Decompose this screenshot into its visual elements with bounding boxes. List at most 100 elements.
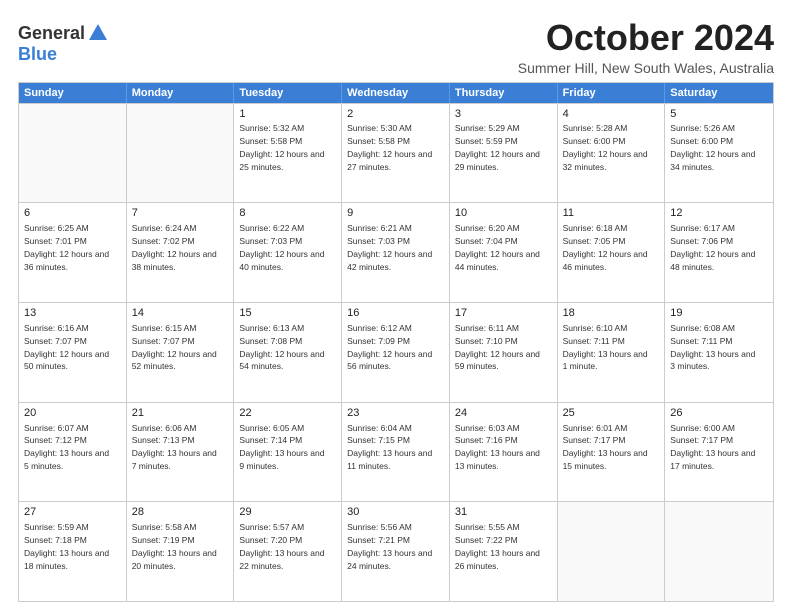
cell-details: Sunrise: 5:28 AMSunset: 6:00 PMDaylight:…: [563, 123, 648, 172]
title-block: October 2024 Summer Hill, New South Wale…: [518, 18, 774, 76]
cal-row-3: 13 Sunrise: 6:16 AMSunset: 7:07 PMDayligh…: [19, 302, 773, 402]
cell-details: Sunrise: 6:21 AMSunset: 7:03 PMDaylight:…: [347, 223, 432, 272]
logo-icon: [87, 22, 109, 44]
cell-details: Sunrise: 6:07 AMSunset: 7:12 PMDaylight:…: [24, 423, 109, 472]
cell-details: Sunrise: 6:11 AMSunset: 7:10 PMDaylight:…: [455, 323, 540, 372]
cal-cell: 28Sunrise: 5:58 AMSunset: 7:19 PMDayligh…: [127, 502, 235, 601]
cell-details: Sunrise: 6:20 AMSunset: 7:04 PMDaylight:…: [455, 223, 540, 272]
cal-cell: 13 Sunrise: 6:16 AMSunset: 7:07 PMDayligh…: [19, 303, 127, 402]
day-number: 16: [347, 306, 444, 321]
cal-cell: 31 Sunrise: 5:55 AMSunset: 7:22 PMDayligh…: [450, 502, 558, 601]
cell-details: Sunrise: 5:29 AMSunset: 5:59 PMDaylight:…: [455, 123, 540, 172]
cell-details: Sunrise: 6:03 AMSunset: 7:16 PMDaylight:…: [455, 423, 540, 472]
cell-details: Sunrise: 6:13 AMSunset: 7:08 PMDaylight:…: [239, 323, 324, 372]
cell-details: Sunrise: 6:12 AMSunset: 7:09 PMDaylight:…: [347, 323, 432, 372]
cal-cell: 2Sunrise: 5:30 AMSunset: 5:58 PMDaylight…: [342, 104, 450, 203]
day-number: 10: [455, 206, 552, 221]
day-number: 12: [670, 206, 768, 221]
cal-cell: 29Sunrise: 5:57 AMSunset: 7:20 PMDayligh…: [234, 502, 342, 601]
header-day-sunday: Sunday: [19, 83, 127, 103]
day-number: 25: [563, 406, 660, 421]
day-number: 18: [563, 306, 660, 321]
cal-cell: 25 Sunrise: 6:01 AMSunset: 7:17 PMDayligh…: [558, 403, 666, 502]
cal-cell: 23 Sunrise: 6:04 AMSunset: 7:15 PMDayligh…: [342, 403, 450, 502]
cal-cell: 3Sunrise: 5:29 AMSunset: 5:59 PMDaylight…: [450, 104, 558, 203]
cell-details: Sunrise: 6:16 AMSunset: 7:07 PMDaylight:…: [24, 323, 109, 372]
cell-details: Sunrise: 5:55 AMSunset: 7:22 PMDaylight:…: [455, 522, 540, 571]
cal-row-4: 20Sunrise: 6:07 AMSunset: 7:12 PMDayligh…: [19, 402, 773, 502]
cal-cell: 14 Sunrise: 6:15 AMSunset: 7:07 PMDayligh…: [127, 303, 235, 402]
day-number: 21: [132, 406, 229, 421]
cal-cell: 8 Sunrise: 6:22 AMSunset: 7:03 PMDaylight…: [234, 203, 342, 302]
cal-cell: 18 Sunrise: 6:10 AMSunset: 7:11 PMDayligh…: [558, 303, 666, 402]
day-number: 26: [670, 406, 768, 421]
cell-details: Sunrise: 6:00 AMSunset: 7:17 PMDaylight:…: [670, 423, 755, 472]
cal-cell: 5Sunrise: 5:26 AMSunset: 6:00 PMDaylight…: [665, 104, 773, 203]
cal-cell: 27Sunrise: 5:59 AMSunset: 7:18 PMDayligh…: [19, 502, 127, 601]
logo-general: General: [18, 23, 85, 44]
day-number: 27: [24, 505, 121, 520]
cal-cell: 24 Sunrise: 6:03 AMSunset: 7:16 PMDayligh…: [450, 403, 558, 502]
cell-details: Sunrise: 6:06 AMSunset: 7:13 PMDaylight:…: [132, 423, 217, 472]
cell-details: Sunrise: 6:08 AMSunset: 7:11 PMDaylight:…: [670, 323, 755, 372]
page: General Blue October 2024 Summer Hill, N…: [0, 0, 792, 612]
cal-cell: 4Sunrise: 5:28 AMSunset: 6:00 PMDaylight…: [558, 104, 666, 203]
day-number: 11: [563, 206, 660, 221]
calendar: SundayMondayTuesdayWednesdayThursdayFrid…: [18, 82, 774, 602]
cal-cell: 12Sunrise: 6:17 AMSunset: 7:06 PMDayligh…: [665, 203, 773, 302]
cell-details: Sunrise: 6:24 AMSunset: 7:02 PMDaylight:…: [132, 223, 217, 272]
cal-row-1: 1Sunrise: 5:32 AMSunset: 5:58 PMDaylight…: [19, 103, 773, 203]
day-number: 2: [347, 107, 444, 122]
cal-cell: 26 Sunrise: 6:00 AMSunset: 7:17 PMDayligh…: [665, 403, 773, 502]
day-number: 30: [347, 505, 444, 520]
day-number: 5: [670, 107, 768, 122]
cell-details: Sunrise: 5:57 AMSunset: 7:20 PMDaylight:…: [239, 522, 324, 571]
cal-cell: 17 Sunrise: 6:11 AMSunset: 7:10 PMDayligh…: [450, 303, 558, 402]
header-day-monday: Monday: [127, 83, 235, 103]
cal-cell: 15Sunrise: 6:13 AMSunset: 7:08 PMDayligh…: [234, 303, 342, 402]
cell-details: Sunrise: 5:56 AMSunset: 7:21 PMDaylight:…: [347, 522, 432, 571]
header-day-tuesday: Tuesday: [234, 83, 342, 103]
cal-cell: 10 Sunrise: 6:20 AMSunset: 7:04 PMDayligh…: [450, 203, 558, 302]
cell-details: Sunrise: 6:25 AMSunset: 7:01 PMDaylight:…: [24, 223, 109, 272]
cal-cell: 1Sunrise: 5:32 AMSunset: 5:58 PMDaylight…: [234, 104, 342, 203]
cal-cell: 11Sunrise: 6:18 AMSunset: 7:05 PMDayligh…: [558, 203, 666, 302]
day-number: 19: [670, 306, 768, 321]
cal-cell: 9 Sunrise: 6:21 AMSunset: 7:03 PMDaylight…: [342, 203, 450, 302]
cal-cell: 16 Sunrise: 6:12 AMSunset: 7:09 PMDayligh…: [342, 303, 450, 402]
day-number: 14: [132, 306, 229, 321]
day-number: 3: [455, 107, 552, 122]
cal-cell: 30 Sunrise: 5:56 AMSunset: 7:21 PMDayligh…: [342, 502, 450, 601]
day-number: 23: [347, 406, 444, 421]
day-number: 28: [132, 505, 229, 520]
cell-details: Sunrise: 6:15 AMSunset: 7:07 PMDaylight:…: [132, 323, 217, 372]
day-number: 8: [239, 206, 336, 221]
calendar-body: 1Sunrise: 5:32 AMSunset: 5:58 PMDaylight…: [19, 103, 773, 601]
header-day-friday: Friday: [558, 83, 666, 103]
cal-cell: 20Sunrise: 6:07 AMSunset: 7:12 PMDayligh…: [19, 403, 127, 502]
cell-details: Sunrise: 6:01 AMSunset: 7:17 PMDaylight:…: [563, 423, 648, 472]
day-number: 9: [347, 206, 444, 221]
cell-details: Sunrise: 6:22 AMSunset: 7:03 PMDaylight:…: [239, 223, 324, 272]
logo: General Blue: [18, 22, 109, 65]
calendar-header: SundayMondayTuesdayWednesdayThursdayFrid…: [19, 83, 773, 103]
cal-cell: 21 Sunrise: 6:06 AMSunset: 7:13 PMDayligh…: [127, 403, 235, 502]
day-number: 6: [24, 206, 121, 221]
day-number: 13: [24, 306, 121, 321]
cell-details: Sunrise: 6:04 AMSunset: 7:15 PMDaylight:…: [347, 423, 432, 472]
day-number: 22: [239, 406, 336, 421]
cell-details: Sunrise: 6:10 AMSunset: 7:11 PMDaylight:…: [563, 323, 648, 372]
cell-details: Sunrise: 6:05 AMSunset: 7:14 PMDaylight:…: [239, 423, 324, 472]
month-title: October 2024: [518, 18, 774, 58]
header: General Blue October 2024 Summer Hill, N…: [18, 18, 774, 76]
location: Summer Hill, New South Wales, Australia: [518, 60, 774, 76]
day-number: 31: [455, 505, 552, 520]
cal-row-2: 6 Sunrise: 6:25 AMSunset: 7:01 PMDaylight…: [19, 202, 773, 302]
day-number: 17: [455, 306, 552, 321]
day-number: 24: [455, 406, 552, 421]
header-day-saturday: Saturday: [665, 83, 773, 103]
header-day-thursday: Thursday: [450, 83, 558, 103]
cal-cell: 22 Sunrise: 6:05 AMSunset: 7:14 PMDayligh…: [234, 403, 342, 502]
header-day-wednesday: Wednesday: [342, 83, 450, 103]
day-number: 1: [239, 107, 336, 122]
